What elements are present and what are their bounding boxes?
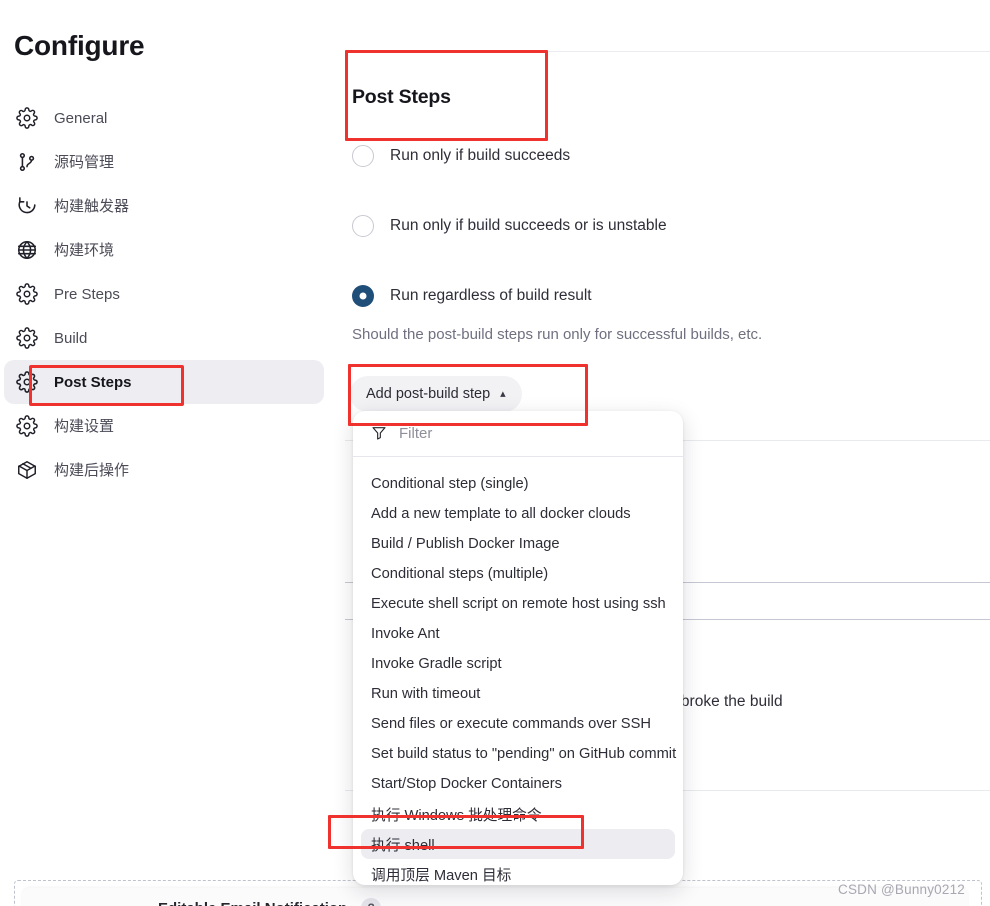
package-icon [16,459,38,481]
menu-item-start-stop-docker-containers[interactable]: Start/Stop Docker Containers [361,769,675,799]
sidebar-item-label: Build [54,329,88,347]
gear-icon [16,415,38,437]
menu-filter-row [353,411,683,455]
gear-icon [16,327,38,349]
sidebar: Configure General 源码管理 构建触发器 构建环境 Pre St… [0,0,340,906]
menu-item-invoke-gradle-script[interactable]: Invoke Gradle script [361,649,675,679]
sidebar-item-label: 源码管理 [54,153,115,171]
sidebar-item-label: General [54,109,108,127]
gear-icon [16,283,38,305]
radio-label: Run regardless of build result [390,287,592,305]
post-steps-heading: Post Steps [352,86,451,108]
add-post-build-step-label: Add post-build step [366,386,491,402]
sidebar-item-post-build-actions[interactable]: 构建后操作 [4,448,324,492]
sidebar-item-source-code-management[interactable]: 源码管理 [4,140,324,184]
sidebar-item-label: Pre Steps [54,285,120,303]
screenshot-root: 高级 ▾ Edited Configure General [0,0,990,906]
gear-icon [16,107,38,129]
sidebar-item-label: 构建设置 [54,417,115,435]
radio-run-only-if-build-succeeds-or-unstable[interactable]: Run only if build succeeds or is unstabl… [352,215,667,237]
gear-icon [16,371,38,393]
radio-button-selected[interactable] [352,285,374,307]
sidebar-item-post-steps[interactable]: Post Steps [4,360,324,404]
menu-item-build-publish-docker-image[interactable]: Build / Publish Docker Image [361,529,675,559]
section-divider [345,51,990,52]
menu-item-execute-shell-script-remote-ssh[interactable]: Execute shell script on remote host usin… [361,589,675,619]
menu-item-send-files-over-ssh[interactable]: Send files or execute commands over SSH [361,709,675,739]
menu-item-execute-shell[interactable]: 执行 shell [361,829,675,859]
sidebar-item-label: 构建后操作 [54,461,130,479]
menu-item-invoke-ant[interactable]: Invoke Ant [361,619,675,649]
menu-item-set-build-status-github-commit[interactable]: Set build status to "pending" on GitHub … [361,739,676,769]
menu-item-invoke-top-level-maven-targets[interactable]: 调用顶层 Maven 目标 [361,859,675,885]
menu-item-execute-windows-batch-command[interactable]: 执行 Windows 批处理命令 [361,799,675,829]
funnel-icon [371,425,387,441]
radio-button[interactable] [352,145,374,167]
background-bottom-card-content: Editable Email Notification ? [122,898,382,906]
sidebar-item-label: 构建触发器 [54,197,130,215]
sidebar-nav: General 源码管理 构建触发器 构建环境 Pre Steps Build … [0,96,340,492]
post-steps-help-text: Should the post-build steps run only for… [352,326,763,343]
menu-filter-input[interactable] [399,424,639,442]
sidebar-item-label: Post Steps [54,373,132,391]
sidebar-item-pre-steps[interactable]: Pre Steps [4,272,324,316]
add-post-build-step-button[interactable]: Add post-build step ▴ [350,376,522,412]
menu-item-conditional-steps-multiple[interactable]: Conditional steps (multiple) [361,559,675,589]
sidebar-item-label: 构建环境 [54,241,115,259]
menu-item-conditional-step-single[interactable]: Conditional step (single) [361,469,675,499]
background-bottom-card: Editable Email Notification ? [22,888,968,906]
sidebar-item-build-settings[interactable]: 构建设置 [4,404,324,448]
radio-run-only-if-build-succeeds[interactable]: Run only if build succeeds [352,145,570,167]
git-branch-icon [16,151,38,173]
sidebar-item-build-triggers[interactable]: 构建触发器 [4,184,324,228]
sidebar-item-build-environment[interactable]: 构建环境 [4,228,324,272]
radio-label: Run only if build succeeds or is unstabl… [390,217,667,235]
sidebar-item-build[interactable]: Build [4,316,324,360]
background-bottom-label: Editable Email Notification [158,900,347,906]
menu-item-run-with-timeout[interactable]: Run with timeout [361,679,675,709]
background-partial-text: o broke the build [668,693,783,710]
clock-icon [16,195,38,217]
radio-label: Run only if build succeeds [390,147,571,165]
radio-button[interactable] [352,215,374,237]
sidebar-item-general[interactable]: General [4,96,324,140]
chevron-up-icon: ▴ [500,387,506,400]
add-post-build-step-menu: Conditional step (single) Add a new temp… [353,411,683,885]
radio-run-regardless-of-build-result[interactable]: Run regardless of build result [352,285,592,307]
globe-icon [16,239,38,261]
page-title: Configure [14,30,145,61]
menu-item-add-new-template-docker-clouds[interactable]: Add a new template to all docker clouds [361,499,675,529]
help-icon: ? [361,898,382,906]
watermark: CSDN @Bunny0212 [838,882,966,897]
menu-item-list: Conditional step (single) Add a new temp… [353,457,683,885]
